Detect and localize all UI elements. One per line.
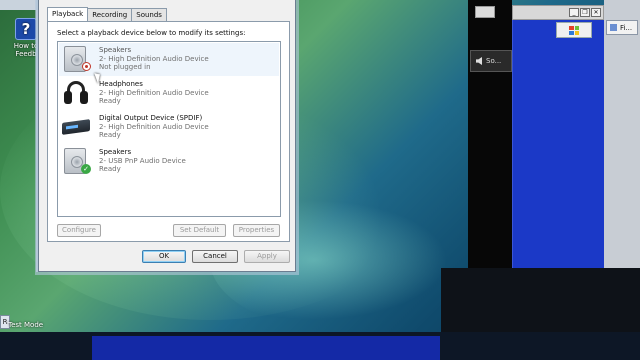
list-item[interactable]: Digital Output Device (SPDIF) 2- High De…: [59, 111, 279, 144]
speaker-icon: [476, 57, 482, 65]
properties-button[interactable]: Properties: [233, 224, 280, 237]
device-name: Speakers: [99, 148, 132, 156]
remote-window-titlebar: _ ❐ ✕: [512, 5, 604, 20]
apply-button[interactable]: Apply: [244, 250, 290, 263]
instruction-text: Select a playback device below to modify…: [57, 29, 246, 37]
minimize-button[interactable]: _: [569, 8, 579, 17]
device-status: Ready: [99, 97, 121, 105]
device-description: 2- High Definition Audio Device: [99, 54, 209, 63]
playback-panel: Select a playback device below to modify…: [47, 21, 290, 242]
list-item[interactable]: Headphones 2- High Definition Audio Devi…: [59, 77, 279, 110]
small-window-tab[interactable]: [475, 6, 495, 18]
right-edge-panel: [604, 0, 640, 268]
device-description: 2- USB PnP Audio Device: [99, 156, 186, 165]
speaker-icon: [61, 44, 91, 74]
windows-logo-button[interactable]: [556, 22, 592, 38]
device-status: Ready: [99, 165, 121, 173]
sound-taskbar-label: So...: [486, 57, 502, 65]
device-status: Ready: [99, 131, 121, 139]
close-button[interactable]: ✕: [591, 8, 601, 17]
configure-button[interactable]: Configure: [57, 224, 101, 237]
device-name: Headphones: [99, 80, 143, 88]
default-check-icon: ✓: [81, 164, 91, 174]
device-name: Speakers: [99, 46, 132, 54]
taskbar-blue-region: [92, 336, 440, 360]
help-icon: ?: [15, 18, 37, 40]
sound-dialog: Playback Recording Sounds Select a playb…: [38, 0, 296, 272]
background-window-fragment: [0, 0, 40, 10]
list-item[interactable]: Speakers 2- High Definition Audio Device…: [59, 43, 279, 76]
list-item[interactable]: ✓ Speakers 2- USB PnP Audio Device Ready: [59, 145, 279, 178]
cancel-button[interactable]: Cancel: [192, 250, 238, 263]
digital-output-icon: [61, 112, 91, 142]
restore-button[interactable]: ❐: [580, 8, 590, 17]
test-mode-watermark: Test Mode: [8, 321, 44, 329]
set-default-button[interactable]: Set Default: [173, 224, 226, 237]
device-list[interactable]: Speakers 2- High Definition Audio Device…: [57, 41, 281, 217]
ok-button[interactable]: OK: [142, 250, 186, 263]
folder-icon: [610, 24, 617, 31]
remote-desktop-window: [512, 20, 604, 268]
tab-playback[interactable]: Playback: [47, 7, 89, 21]
headphones-icon: [61, 78, 91, 108]
windows-flag-icon: [569, 25, 579, 35]
sound-taskbar-window[interactable]: So...: [470, 50, 512, 72]
device-name: Digital Output Device (SPDIF): [99, 114, 203, 122]
device-description: 2- High Definition Audio Device: [99, 88, 209, 97]
file-taskbar-label: Fi...: [620, 23, 633, 32]
tab-sounds[interactable]: Sounds: [131, 8, 167, 21]
device-description: 2- High Definition Audio Device: [99, 122, 209, 131]
not-plugged-in-icon: [82, 62, 91, 71]
tab-strip: Playback Recording Sounds: [47, 7, 167, 21]
tab-recording[interactable]: Recording: [87, 8, 133, 21]
black-window-column: [468, 0, 512, 268]
file-taskbar-button[interactable]: Fi...: [606, 20, 638, 35]
speaker-icon: ✓: [61, 146, 91, 176]
device-status: Not plugged in: [99, 63, 151, 71]
